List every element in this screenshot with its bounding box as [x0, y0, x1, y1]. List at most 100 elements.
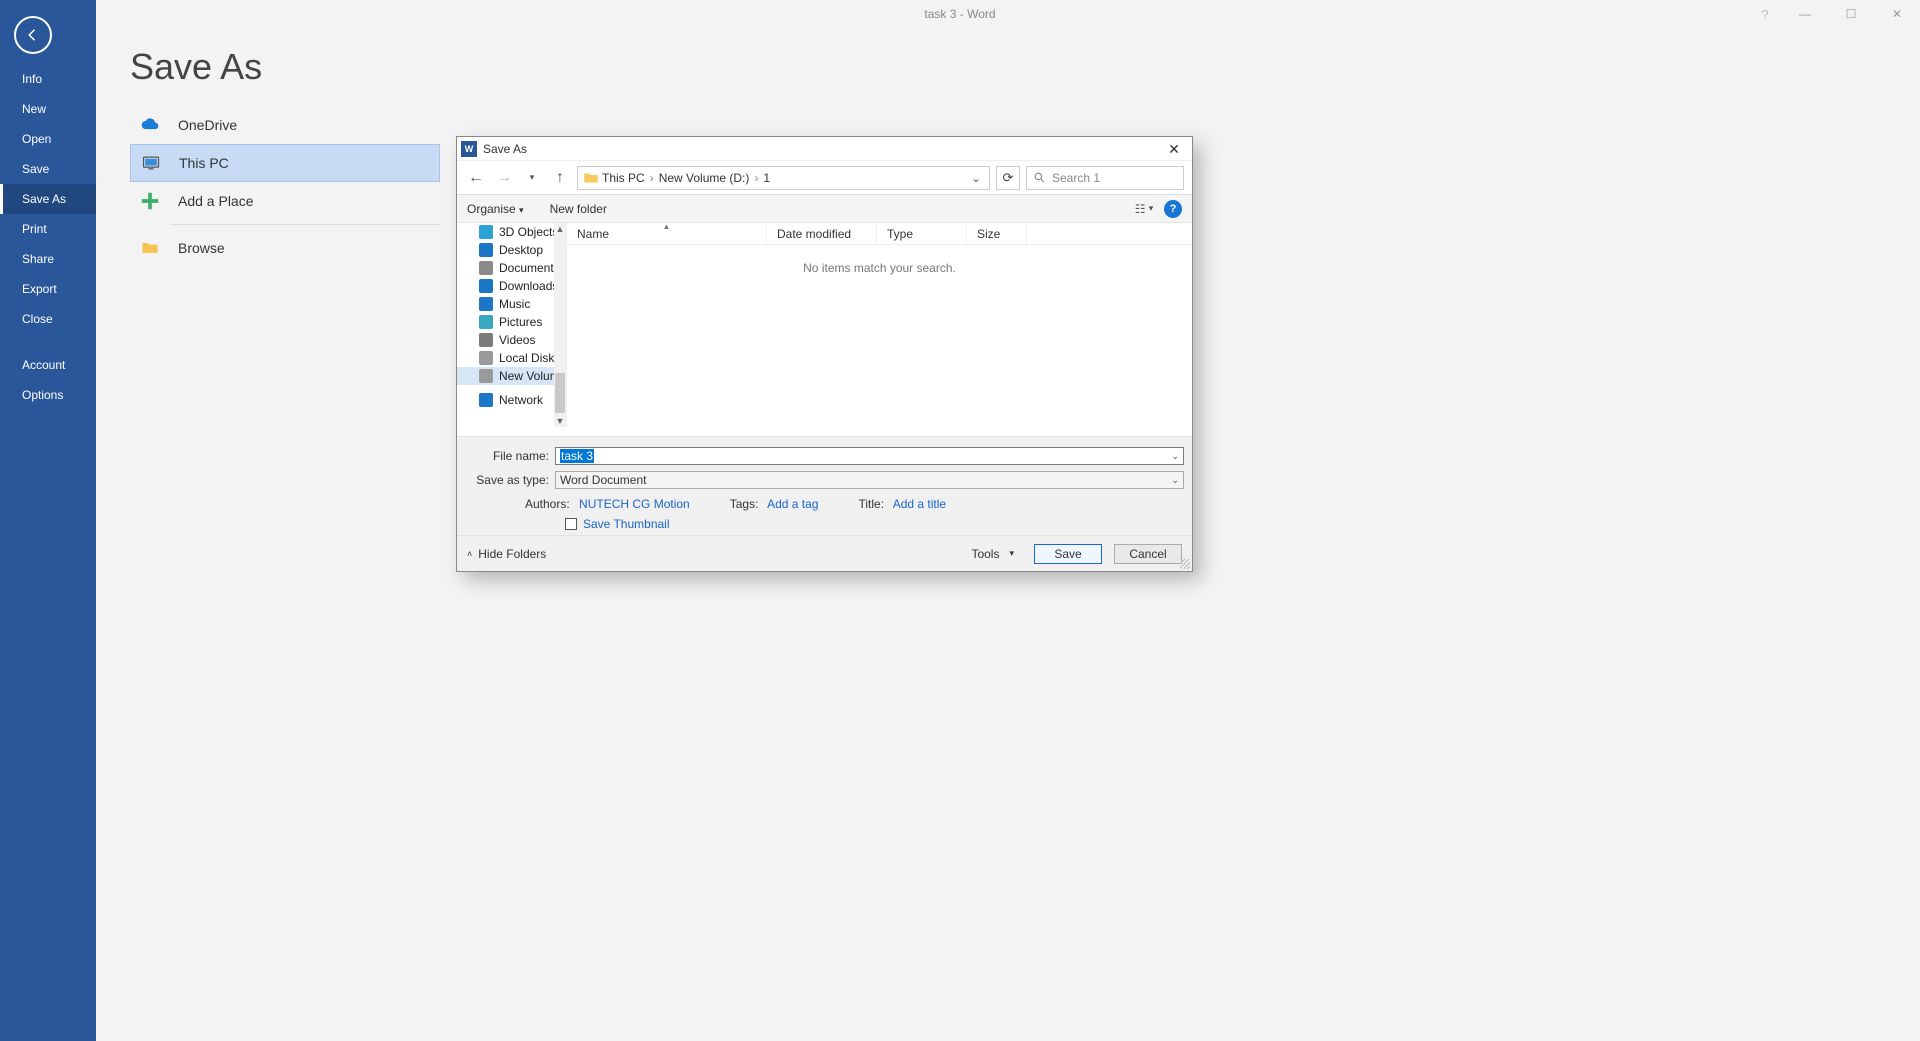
save-thumbnail-label[interactable]: Save Thumbnail: [583, 517, 670, 531]
crumb-0[interactable]: This PC: [602, 171, 645, 185]
file-name-value: task 3: [560, 449, 594, 463]
tools-menu[interactable]: Tools▾: [971, 547, 1014, 561]
cancel-button[interactable]: Cancel: [1114, 544, 1182, 564]
window-titlebar: task 3 - Word ? ― ☐ ✕: [0, 0, 1920, 28]
resize-grip[interactable]: [1180, 559, 1190, 569]
chevron-up-icon: ˄: [467, 549, 472, 559]
plus-icon: [138, 189, 162, 213]
tree-item-3d-objects[interactable]: 3D Objects: [457, 223, 566, 241]
sidebar-item-options[interactable]: Options: [0, 380, 96, 410]
refresh-button[interactable]: ⟳: [996, 166, 1020, 190]
file-name-input[interactable]: task 3 ⌄: [555, 447, 1184, 465]
minimize-button[interactable]: ―: [1782, 0, 1828, 28]
chevron-down-icon[interactable]: ⌄: [1171, 451, 1179, 462]
file-list-area: ▲ Name Date modified Type Size No items …: [567, 223, 1192, 427]
folder-icon: [479, 333, 493, 347]
search-input[interactable]: Search 1: [1026, 166, 1184, 190]
back-button[interactable]: [14, 16, 52, 54]
breadcrumb-bar[interactable]: This PC › New Volume (D:) › 1 ⌄: [577, 166, 990, 190]
nav-back-button[interactable]: ←: [465, 167, 487, 189]
location-label: Browse: [178, 240, 225, 256]
column-header-name[interactable]: ▲ Name: [567, 223, 767, 244]
location-browse[interactable]: Browse: [130, 229, 440, 267]
sidebar-item-close[interactable]: Close: [0, 304, 96, 334]
dialog-close-button[interactable]: ✕: [1160, 139, 1188, 159]
sidebar-item-info[interactable]: Info: [0, 64, 96, 94]
folder-icon: [479, 315, 493, 329]
organise-menu[interactable]: Organise ▾: [467, 202, 524, 216]
help-button[interactable]: ?: [1750, 0, 1780, 28]
column-header-type[interactable]: Type: [877, 223, 967, 244]
dialog-help-button[interactable]: ?: [1164, 200, 1182, 218]
word-icon: W: [461, 141, 477, 157]
location-add-a-place[interactable]: Add a Place: [130, 182, 440, 220]
sidebar-item-share[interactable]: Share: [0, 244, 96, 274]
page-title: Save As: [130, 46, 1920, 88]
tree-item-label: Network: [499, 393, 543, 407]
tags-value[interactable]: Add a tag: [767, 497, 818, 511]
tree-item-label: Downloads: [499, 279, 558, 293]
save-as-dialog: W Save As ✕ ← → ▾ ↑ This PC › New Volume…: [456, 136, 1193, 572]
nav-up-button[interactable]: ↑: [549, 167, 571, 189]
sidebar-item-export[interactable]: Export: [0, 274, 96, 304]
location-this-pc[interactable]: This PC: [130, 144, 440, 182]
chevron-right-icon: ›: [647, 171, 657, 185]
tree-item-local-disk-c-[interactable]: Local Disk (C:): [457, 349, 566, 367]
tree-item-music[interactable]: Music: [457, 295, 566, 313]
sidebar-item-save-as[interactable]: Save As: [0, 184, 96, 214]
folder-icon: [479, 279, 493, 293]
column-header-date[interactable]: Date modified: [767, 223, 877, 244]
scrollbar-thumb[interactable]: [555, 373, 565, 413]
folder-icon: [138, 236, 162, 260]
backstage-main: Save As OneDrive This PC Add a Place Browse…: [96, 28, 1920, 1041]
save-locations-list: OneDrive This PC Add a Place Browse: [130, 106, 440, 267]
folder-icon: [479, 351, 493, 365]
pc-icon: [139, 151, 163, 175]
folder-icon: [479, 225, 493, 239]
crumb-2[interactable]: 1: [763, 171, 770, 185]
tree-item-label: 3D Objects: [499, 225, 558, 239]
sidebar-item-save[interactable]: Save: [0, 154, 96, 184]
file-name-label: File name:: [465, 449, 555, 463]
sidebar-item-open[interactable]: Open: [0, 124, 96, 154]
location-label: This PC: [179, 155, 229, 171]
save-thumbnail-checkbox[interactable]: [565, 518, 577, 530]
tree-item-pictures[interactable]: Pictures: [457, 313, 566, 331]
dialog-form: File name: task 3 ⌄ Save as type: Word D…: [457, 436, 1192, 535]
sidebar-item-account[interactable]: Account: [0, 350, 96, 380]
window-title: task 3 - Word: [924, 7, 995, 21]
chevron-down-icon[interactable]: ⌄: [1171, 475, 1179, 486]
tree-item-desktop[interactable]: Desktop: [457, 241, 566, 259]
save-type-select[interactable]: Word Document ⌄: [555, 471, 1184, 489]
tree-item-documents[interactable]: Documents: [457, 259, 566, 277]
authors-label: Authors:: [525, 497, 570, 511]
save-button[interactable]: Save: [1034, 544, 1102, 564]
save-type-label: Save as type:: [465, 473, 555, 487]
new-folder-button[interactable]: New folder: [550, 202, 607, 216]
restore-button[interactable]: ☐: [1828, 0, 1874, 28]
view-mode-button[interactable]: ☷ ▾: [1132, 200, 1156, 218]
close-window-button[interactable]: ✕: [1874, 0, 1920, 28]
nav-recent-button[interactable]: ▾: [521, 167, 543, 189]
authors-value[interactable]: NUTECH CG Motion: [579, 497, 690, 511]
dialog-toolbar: Organise ▾ New folder ☷ ▾ ?: [457, 195, 1192, 223]
sidebar-item-new[interactable]: New: [0, 94, 96, 124]
scroll-up-icon[interactable]: ▲: [554, 223, 566, 235]
tree-item-network[interactable]: Network: [457, 391, 566, 409]
scroll-down-icon[interactable]: ▼: [554, 415, 566, 427]
tree-item-videos[interactable]: Videos: [457, 331, 566, 349]
save-type-value: Word Document: [560, 473, 646, 487]
chevron-down-icon[interactable]: ⌄: [971, 171, 985, 185]
column-header-size[interactable]: Size: [967, 223, 1027, 244]
tree-item-new-volume-d-[interactable]: New Volume (D:): [457, 367, 566, 385]
tree-item-label: Music: [499, 297, 530, 311]
sidebar-item-print[interactable]: Print: [0, 214, 96, 244]
location-onedrive[interactable]: OneDrive: [130, 106, 440, 144]
tree-scrollbar[interactable]: ▲ ▼: [554, 223, 566, 427]
folder-icon: [479, 393, 493, 407]
tree-item-downloads[interactable]: Downloads: [457, 277, 566, 295]
hide-folders-toggle[interactable]: ˄ Hide Folders: [467, 547, 546, 561]
crumb-1[interactable]: New Volume (D:): [659, 171, 750, 185]
nav-forward-button[interactable]: →: [493, 167, 515, 189]
title-value[interactable]: Add a title: [893, 497, 946, 511]
